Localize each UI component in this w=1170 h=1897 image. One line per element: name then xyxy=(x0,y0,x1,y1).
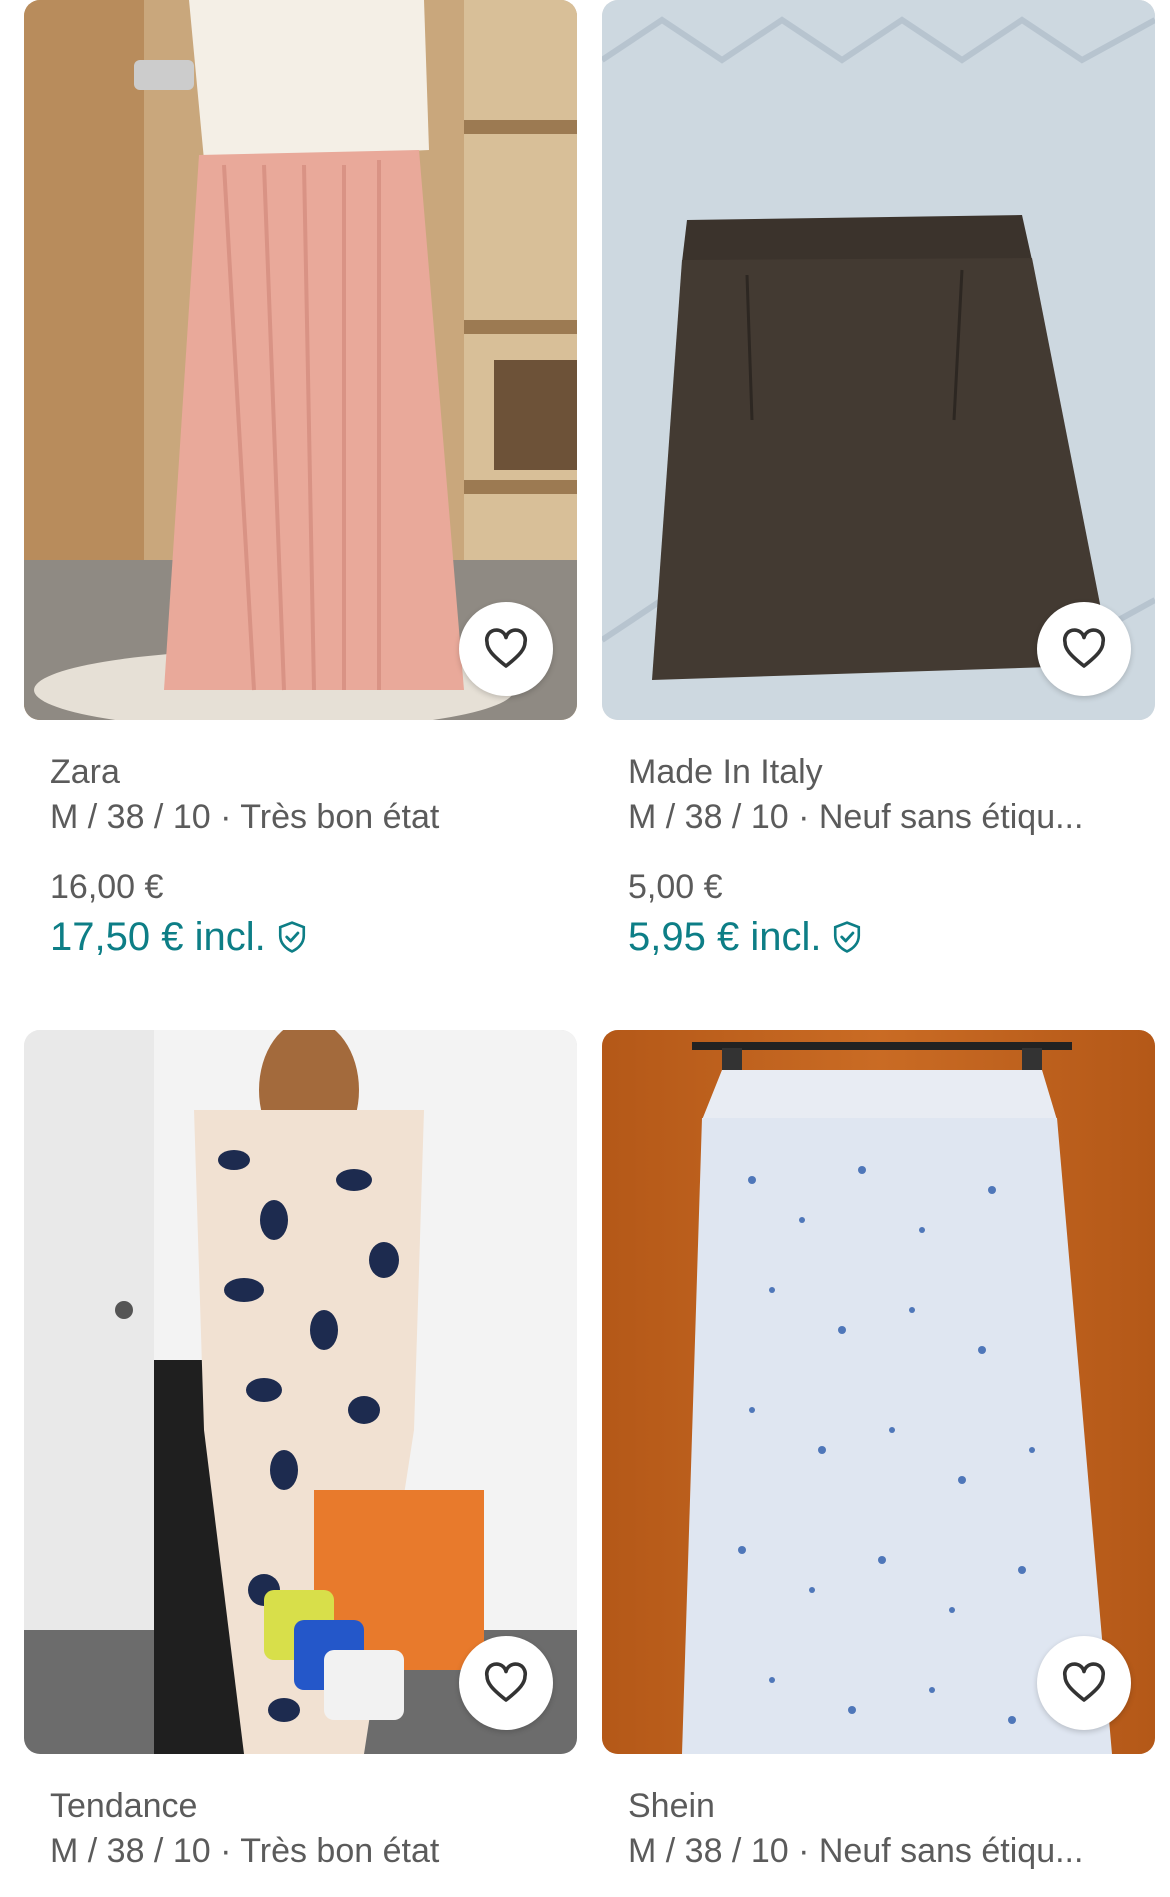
product-grid: Zara M / 38 / 10 · Très bon état 16,00 €… xyxy=(0,0,1170,1897)
favorite-button[interactable] xyxy=(1037,1636,1131,1730)
heart-outline-icon xyxy=(484,1662,528,1702)
price-incl-label: 17,50 € incl. xyxy=(50,915,266,959)
product-photo-pleated-skirt[interactable] xyxy=(24,0,577,720)
product-card[interactable]: Shein M / 38 / 10 · Neuf sans étiqu... xyxy=(602,1030,1155,1874)
product-card[interactable]: Made In Italy M / 38 / 10 · Neuf sans ét… xyxy=(602,0,1155,964)
shield-check-icon xyxy=(278,921,305,953)
product-card[interactable]: Tendance M / 38 / 10 · Très bon état xyxy=(24,1030,577,1874)
product-info: Tendance M / 38 / 10 · Très bon état xyxy=(24,1784,577,1874)
heart-outline-icon xyxy=(1062,1662,1106,1702)
heart-outline-icon xyxy=(484,628,528,668)
product-price: 16,00 € xyxy=(50,868,164,906)
product-info: Made In Italy M / 38 / 10 · Neuf sans ét… xyxy=(602,750,1155,964)
product-photo-mini-skirt[interactable] xyxy=(602,0,1155,720)
product-price-incl-protection[interactable]: 5,95 € incl. xyxy=(628,910,1155,964)
product-size-condition: M / 38 / 10 · Très bon état xyxy=(50,1832,440,1870)
product-info: Shein M / 38 / 10 · Neuf sans étiqu... xyxy=(602,1784,1155,1874)
product-photo-floral-skirt[interactable] xyxy=(602,1030,1155,1754)
product-price: 5,00 € xyxy=(628,868,723,906)
price-incl-label: 5,95 € incl. xyxy=(628,915,822,959)
product-brand: Zara xyxy=(50,753,120,791)
favorite-button[interactable] xyxy=(1037,602,1131,696)
product-size-condition: M / 38 / 10 · Neuf sans étiqu... xyxy=(628,1832,1084,1870)
favorite-button[interactable] xyxy=(459,1636,553,1730)
product-info: Zara M / 38 / 10 · Très bon état 16,00 €… xyxy=(24,750,577,964)
product-brand: Tendance xyxy=(50,1787,198,1825)
heart-outline-icon xyxy=(1062,628,1106,668)
product-brand: Shein xyxy=(628,1787,715,1825)
product-brand: Made In Italy xyxy=(628,753,823,791)
product-price-incl-protection[interactable]: 17,50 € incl. xyxy=(50,910,577,964)
favorite-button[interactable] xyxy=(459,602,553,696)
product-card[interactable]: Zara M / 38 / 10 · Très bon état 16,00 €… xyxy=(24,0,577,964)
shield-check-icon xyxy=(834,921,861,953)
product-size-condition: M / 38 / 10 · Neuf sans étiqu... xyxy=(628,798,1084,836)
product-size-condition: M / 38 / 10 · Très bon état xyxy=(50,798,440,836)
product-photo-print-dress[interactable] xyxy=(24,1030,577,1754)
